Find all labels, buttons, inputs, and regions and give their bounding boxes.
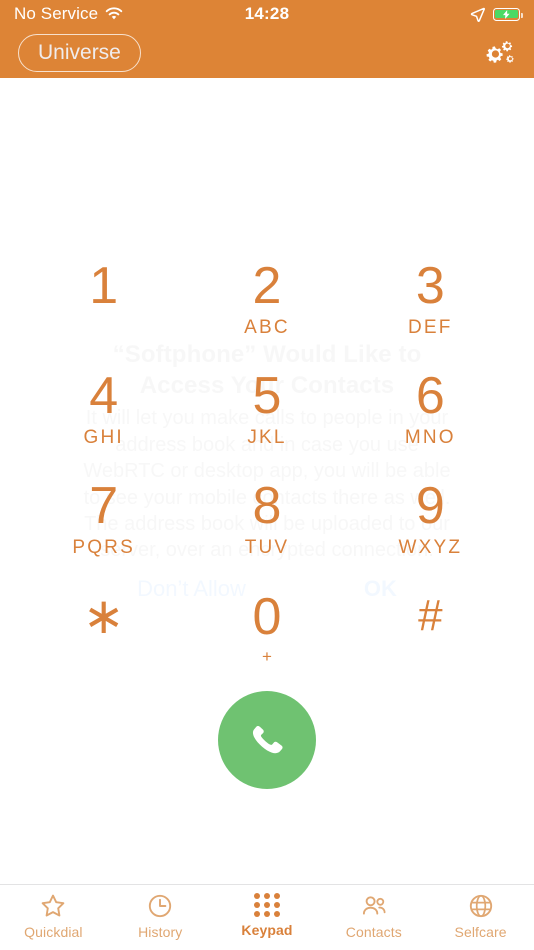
dialpad-key-7[interactable]: 7 PQRS [22,463,185,573]
dialpad-key-7-letters: PQRS [72,536,135,558]
tab-keypad-label: Keypad [241,922,293,938]
tab-history-label: History [138,924,183,940]
wifi-icon [105,7,123,21]
globe-icon [468,893,494,919]
settings-button[interactable] [482,38,516,68]
phone-handset-icon [246,719,288,761]
dialpad-key-0-digit: 0 [252,588,282,646]
dialpad-key-0-plus: + [262,647,272,666]
dialpad-key-hash[interactable]: # [349,573,512,683]
tab-quickdial[interactable]: Quickdial [0,893,107,940]
star-icon [40,893,66,919]
tab-bar: Quickdial History Keypad Contacts Selfca… [0,884,534,950]
carrier-label: No Service [14,4,99,23]
dialpad-key-5[interactable]: 5 JKL [185,353,348,463]
dialer-body: “Softphone” Would Like to Access Your Co… [0,78,534,884]
keypad-dots-icon [254,893,280,917]
tab-keypad[interactable]: Keypad [214,893,321,938]
dial-pad: 1 2 ABC 3 DEF 4 GHI 5 JKL 6 MNO 7 PQRS 8… [0,243,534,683]
dialpad-key-4[interactable]: 4 GHI [22,353,185,463]
call-button[interactable] [218,691,316,789]
dialpad-key-9-letters: WXYZ [398,536,463,558]
dialpad-key-3-letters: DEF [408,316,453,338]
dialpad-key-9-digit: 9 [415,476,445,535]
dialpad-key-8-letters: TUV [244,536,290,558]
dialpad-key-4-digit: 4 [89,366,119,425]
status-bar: No Service 14:28 [0,0,534,28]
tab-history[interactable]: History [107,893,214,940]
tab-selfcare-label: Selfcare [454,924,507,940]
nav-bar: Universe [0,28,534,78]
gears-icon [483,39,515,67]
phone-number-display[interactable] [0,78,534,243]
people-icon [361,893,387,919]
dialpad-key-6-digit: 6 [415,366,445,425]
dialpad-key-hash-symbol: # [418,590,443,640]
dialpad-key-2-letters: ABC [244,316,290,338]
dialpad-key-8-digit: 8 [252,476,282,535]
dialpad-key-3-digit: 3 [415,256,445,315]
dialpad-key-1[interactable]: 1 [22,243,185,353]
dialpad-key-8[interactable]: 8 TUV [185,463,348,573]
account-selector-button[interactable]: Universe [18,34,141,72]
dialpad-key-9[interactable]: 9 WXYZ [349,463,512,573]
dialpad-key-star[interactable]: ∗ [22,573,185,683]
tab-selfcare[interactable]: Selfcare [427,893,534,940]
dialer-screen: No Service 14:28 Universe Don’t Allow OK… [0,0,534,950]
dialpad-key-7-digit: 7 [89,476,119,535]
dialpad-key-6[interactable]: 6 MNO [349,353,512,463]
dialpad-key-0[interactable]: 0 + [185,573,348,683]
dialpad-key-2[interactable]: 2 ABC [185,243,348,353]
clock-icon [147,893,173,919]
tab-contacts-label: Contacts [345,924,402,940]
battery-charging-icon [493,7,523,21]
status-bar-right [470,7,523,22]
call-action-row [0,683,534,884]
dialpad-key-1-digit: 1 [89,256,119,315]
tab-contacts[interactable]: Contacts [320,893,427,940]
dialpad-key-2-digit: 2 [252,256,282,315]
dialpad-key-4-letters: GHI [83,426,124,448]
dialpad-key-6-letters: MNO [404,426,456,448]
dialpad-key-5-digit: 5 [252,366,282,425]
dialpad-key-star-symbol: ∗ [82,587,125,644]
status-bar-left: No Service [14,4,123,24]
tab-quickdial-label: Quickdial [24,924,83,940]
dialpad-key-3[interactable]: 3 DEF [349,243,512,353]
dialpad-key-5-letters: JKL [247,426,287,448]
location-arrow-icon [470,7,485,22]
